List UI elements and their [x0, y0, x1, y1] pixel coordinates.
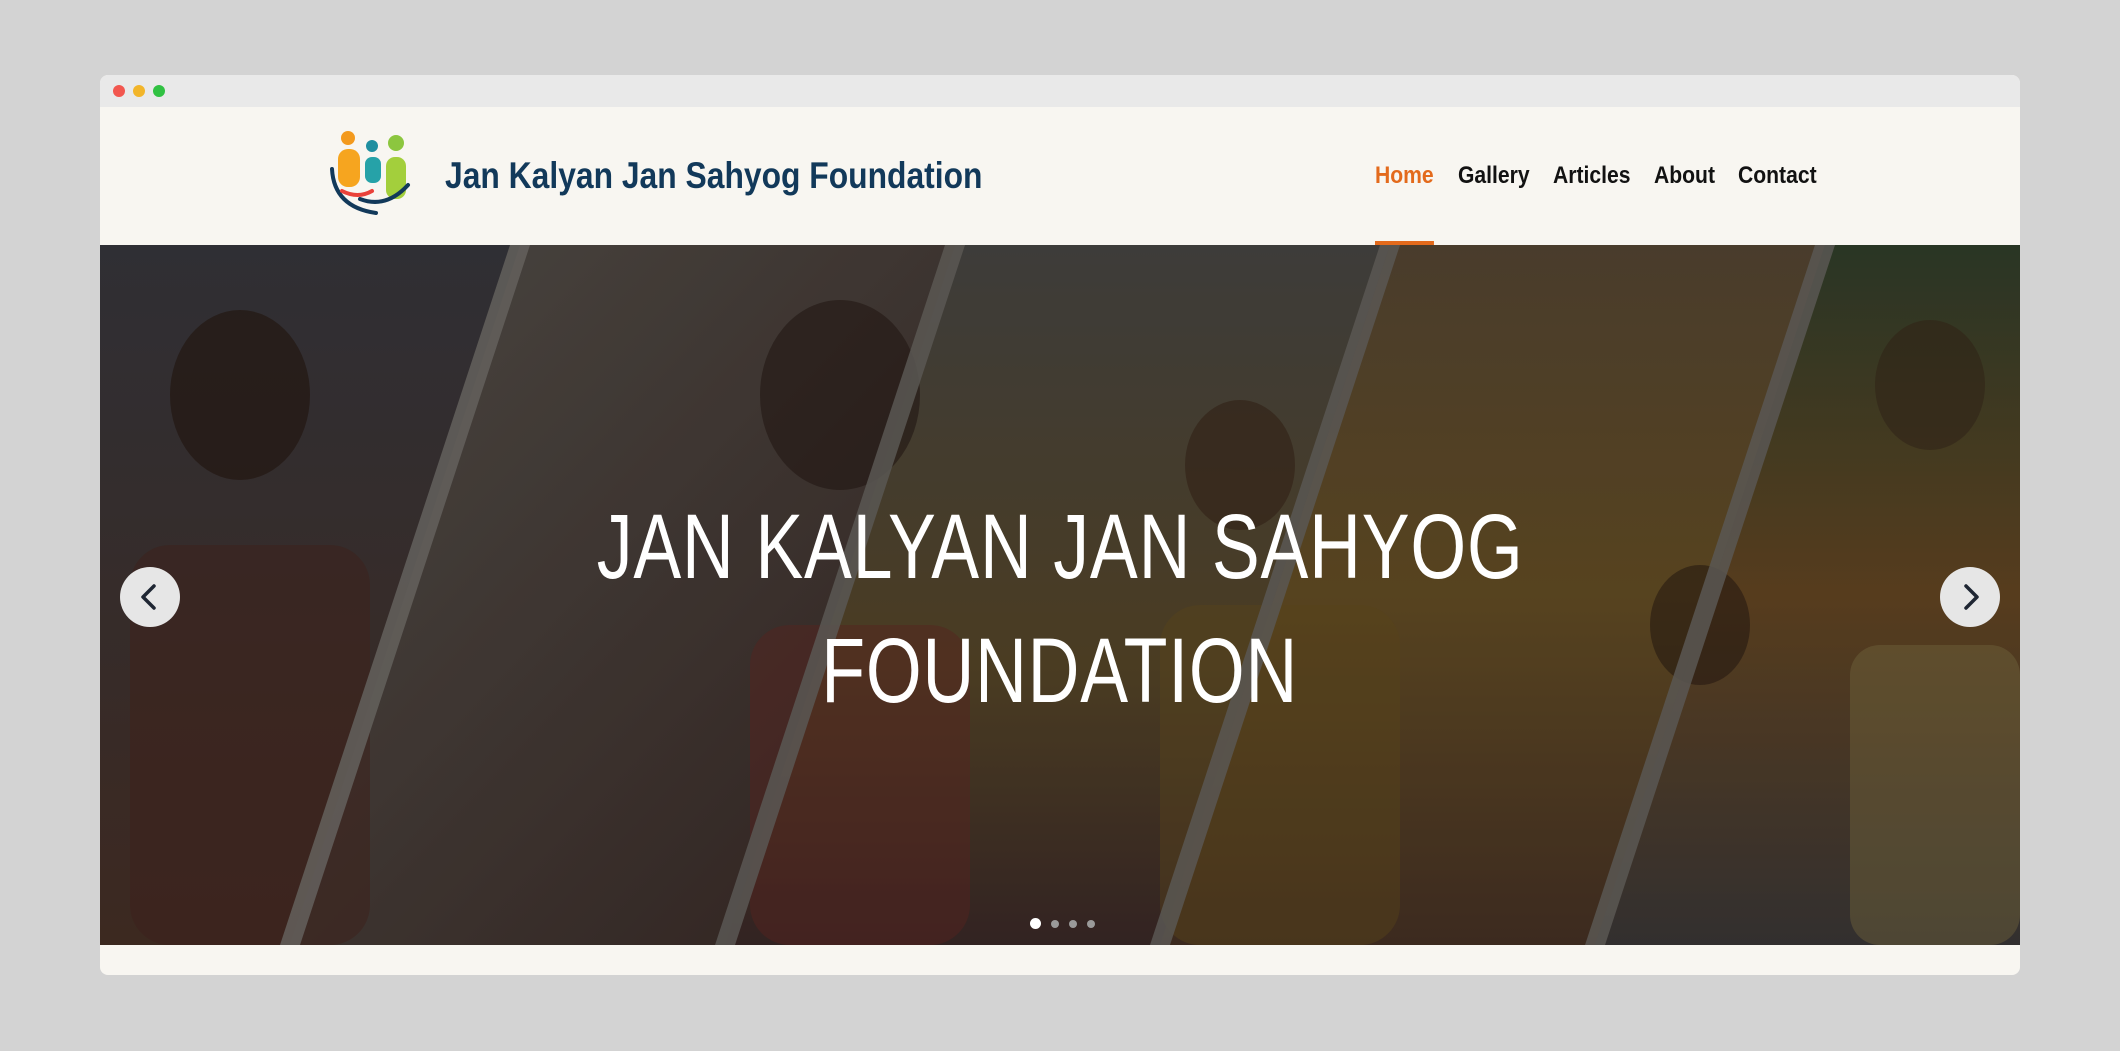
hero-title-line1: JAN KALYAN JAN SAHYOG: [596, 496, 1524, 598]
maximize-window-button[interactable]: [153, 85, 165, 97]
family-logo-icon[interactable]: [328, 129, 423, 224]
hero-title-line2: FOUNDATION: [821, 620, 1299, 722]
chevron-right-icon: [1964, 584, 1979, 610]
slider-pagination: [1030, 918, 1095, 929]
nav-item-label: Contact: [1738, 162, 1817, 189]
browser-window: Jan Kalyan Jan Sahyog Foundation Home Ga…: [100, 75, 2020, 975]
nav-item-home[interactable]: Home: [1375, 107, 1434, 245]
chevron-left-icon: [141, 584, 156, 610]
site-header: Jan Kalyan Jan Sahyog Foundation Home Ga…: [100, 107, 2020, 245]
nav-item-gallery[interactable]: Gallery: [1458, 107, 1530, 245]
window-titlebar: [100, 75, 2020, 107]
nav-item-articles[interactable]: Articles: [1553, 107, 1630, 245]
site-brand-name[interactable]: Jan Kalyan Jan Sahyog Foundation: [445, 107, 983, 245]
nav-item-label: Home: [1375, 162, 1434, 189]
minimize-window-button[interactable]: [133, 85, 145, 97]
nav-item-label: Articles: [1553, 162, 1631, 189]
hero-title: JAN KALYAN JAN SAHYOG FOUNDATION: [100, 485, 2020, 733]
slider-dot-4[interactable]: [1087, 919, 1095, 928]
nav-item-label: Gallery: [1458, 162, 1530, 189]
nav-item-label: About: [1654, 162, 1715, 189]
hero-slider[interactable]: JAN KALYAN JAN SAHYOG FOUNDATION: [100, 245, 2020, 945]
nav-item-about[interactable]: About: [1654, 107, 1715, 245]
nav-item-contact[interactable]: Contact: [1738, 107, 1817, 245]
slider-dot-2[interactable]: [1051, 919, 1059, 928]
close-window-button[interactable]: [113, 85, 125, 97]
slider-next-button[interactable]: [1940, 567, 2000, 627]
slider-dot-3[interactable]: [1069, 919, 1077, 928]
slider-dot-1[interactable]: [1030, 918, 1041, 929]
slider-prev-button[interactable]: [120, 567, 180, 627]
